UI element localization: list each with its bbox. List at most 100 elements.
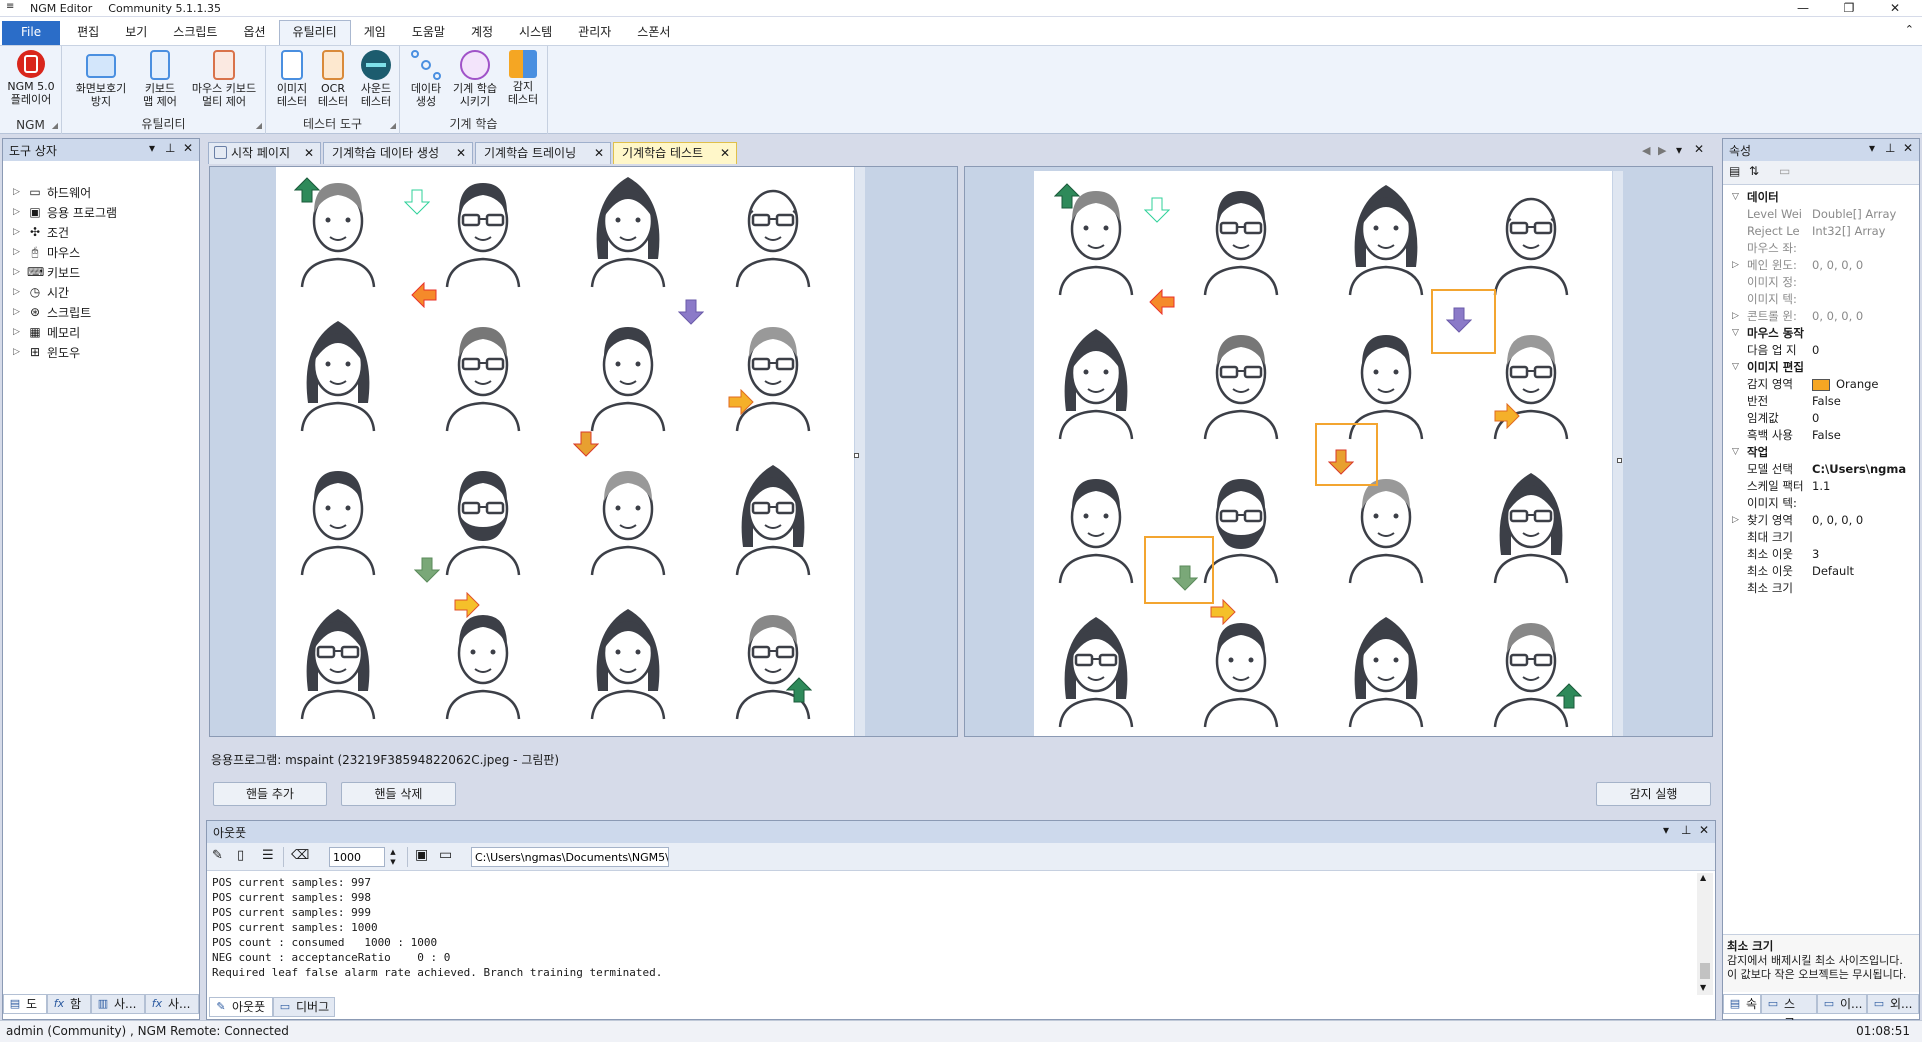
detect-tester-button[interactable]: 감지 테스터 — [502, 50, 544, 106]
collapse-icon[interactable]: ▽ — [1732, 444, 1739, 461]
resize-handle[interactable] — [1617, 458, 1622, 463]
property-row[interactable]: 최소 이웃 3 — [1723, 546, 1919, 563]
close-button[interactable]: ✕ — [1872, 0, 1918, 16]
tree-item-condition[interactable]: ▷ ✣ 조건 — [13, 223, 69, 241]
functions-tab[interactable]: fx 함 — [47, 994, 91, 1014]
property-value[interactable]: C:\Users\ngma — [1812, 461, 1917, 478]
log-path-input[interactable] — [471, 847, 669, 867]
remove-handle-button[interactable]: 핸들 삭제 — [341, 782, 456, 806]
keyboard-map-button[interactable]: 키보드 맵 제어 — [136, 50, 184, 108]
tab-list-icon[interactable]: ▾ — [1676, 143, 1682, 157]
property-value[interactable]: 0, 0, 0, 0 — [1812, 512, 1917, 529]
property-grid[interactable]: ▽ 데이터 Level Wei Double[] Array Reject Le Int3… — [1723, 189, 1919, 789]
tree-item-script[interactable]: ▷ ⊛ 스크립트 — [13, 303, 91, 321]
menu-options[interactable]: 옵션 — [230, 21, 278, 45]
menu-file[interactable]: File — [2, 21, 61, 45]
minimize-button[interactable]: — — [1780, 0, 1826, 16]
tab-script[interactable]: ▭스크... — [1761, 994, 1817, 1030]
ribbon-collapse-button[interactable]: ⌃ — [1905, 23, 1914, 36]
tab-ml-training[interactable]: 기계학습 트레이닝 ✕ — [475, 142, 611, 164]
expand-icon[interactable]: ▷ — [13, 267, 27, 277]
menu-account[interactable]: 계정 — [458, 21, 506, 45]
property-value[interactable]: 0, 0, 0, 0 — [1812, 308, 1917, 325]
tab-output[interactable]: ✎ 아웃풋 — [209, 997, 273, 1017]
expand-icon[interactable]: ▷ — [1732, 308, 1739, 325]
max-lines-stepper[interactable]: ▲ ▼ — [387, 847, 399, 867]
tree-item-application[interactable]: ▷ ▣ 응용 프로그램 — [13, 203, 117, 221]
ngm-player-button[interactable]: NGM 5.0 플레이어 — [2, 50, 60, 106]
menu-sponsor[interactable]: 스폰서 — [624, 21, 683, 45]
property-value[interactable]: 0 — [1812, 342, 1917, 359]
tree-item-window[interactable]: ▷ ⊞ 윈도우 — [13, 343, 80, 361]
property-category[interactable]: ▽ 작업 — [1723, 444, 1919, 461]
expand-icon[interactable]: ▷ — [1732, 257, 1739, 274]
data-generate-button[interactable]: 데이타 생성 — [404, 50, 448, 108]
property-value[interactable]: 1.1 — [1812, 478, 1917, 495]
tab-properties[interactable]: ▤ 속 — [1723, 994, 1761, 1014]
expand-icon[interactable]: ▷ — [13, 287, 27, 297]
tree-item-time[interactable]: ▷ ◷ 시간 — [13, 283, 69, 301]
properties-pin-icon[interactable]: ⊥ — [1885, 141, 1895, 155]
user-tab[interactable]: ▥ 사... — [91, 994, 145, 1014]
tab-close-icon[interactable]: ✕ — [720, 143, 730, 163]
source-image-panel[interactable] — [209, 166, 958, 737]
property-row[interactable]: 스케일 팩터 1.1 — [1723, 478, 1919, 495]
menu-game[interactable]: 게임 — [351, 21, 399, 45]
group-launcher-icon[interactable]: ◢ — [390, 121, 396, 130]
tab-scroll-right-icon[interactable]: ▶ — [1658, 144, 1666, 157]
property-value[interactable]: False — [1812, 393, 1917, 410]
expand-icon[interactable]: ▷ — [13, 347, 27, 357]
user-func-tab[interactable]: fx 사... — [145, 994, 199, 1014]
property-value[interactable]: Int32[] Array — [1812, 223, 1917, 240]
menu-help[interactable]: 도움말 — [399, 21, 458, 45]
property-value[interactable]: Orange — [1812, 376, 1917, 393]
tab-ml-data[interactable]: 기계학습 데이타 생성 ✕ — [323, 142, 473, 164]
save-icon[interactable]: ▣ — [415, 847, 428, 863]
property-category[interactable]: ▽ 데이터 — [1723, 189, 1919, 206]
property-row[interactable]: Reject Le Int32[] Array — [1723, 223, 1919, 240]
menu-system[interactable]: 시스템 — [506, 21, 565, 45]
tab-close-icon[interactable]: ✕ — [594, 143, 604, 163]
eraser-icon[interactable]: ⌫ — [291, 848, 309, 863]
sound-tester-button[interactable]: 사운드 테스터 — [354, 50, 398, 108]
expand-icon[interactable]: ▷ — [13, 187, 27, 197]
property-row[interactable]: 이미지 텍: — [1723, 495, 1919, 512]
property-row[interactable]: 다음 업 지 0 — [1723, 342, 1919, 359]
tree-item-mouse[interactable]: ▷ 🖰 마우스 — [13, 243, 80, 261]
scroll-up-icon[interactable]: ▲ — [1700, 873, 1706, 882]
max-lines-input[interactable] — [329, 847, 385, 867]
menu-view[interactable]: 보기 — [112, 21, 160, 45]
expand-icon[interactable]: ▷ — [1732, 512, 1739, 529]
property-row[interactable]: ▷ 찾기 영역 0, 0, 0, 0 — [1723, 512, 1919, 529]
output-dropdown-icon[interactable]: ▾ — [1663, 823, 1669, 837]
property-row[interactable]: 최소 이웃 Default — [1723, 563, 1919, 580]
sort-az-icon[interactable]: ⇅ — [1749, 164, 1759, 178]
resize-handle[interactable] — [854, 453, 859, 458]
toolbox-tab[interactable]: ▤ 도 — [3, 994, 47, 1014]
tree-item-keyboard[interactable]: ▷ ⌨ 키보드 — [13, 263, 80, 281]
property-row[interactable]: 임계값 0 — [1723, 410, 1919, 427]
tree-item-memory[interactable]: ▷ ▦ 메모리 — [13, 323, 80, 341]
tree-item-hardware[interactable]: ▷ ▭ 하드웨어 — [13, 183, 91, 201]
add-handle-button[interactable]: 핸들 추가 — [213, 782, 327, 806]
restore-button[interactable]: ❐ — [1826, 0, 1872, 16]
scroll-down-icon[interactable]: ▼ — [1700, 983, 1706, 992]
menu-script[interactable]: 스크립트 — [160, 21, 230, 45]
properties-close-icon[interactable]: ✕ — [1903, 141, 1913, 155]
multi-control-button[interactable]: 마우스 키보드 멀티 제어 — [184, 50, 264, 108]
run-detection-button[interactable]: 감지 실행 — [1596, 782, 1711, 806]
output-close-icon[interactable]: ✕ — [1699, 823, 1709, 837]
property-value[interactable]: 3 — [1812, 546, 1917, 563]
group-launcher-icon[interactable]: ◢ — [256, 121, 262, 130]
ocr-tester-button[interactable]: OCR 테스터 — [312, 50, 354, 108]
tab-start-page[interactable]: 시작 페이지 ✕ — [208, 142, 321, 164]
expand-icon[interactable]: ▷ — [13, 227, 27, 237]
property-value[interactable]: 0, 0, 0, 0 — [1812, 257, 1917, 274]
output-pin-icon[interactable]: ⊥ — [1681, 823, 1691, 837]
property-value[interactable]: 0 — [1812, 410, 1917, 427]
ml-train-button[interactable]: 기계 학습 시키기 — [448, 50, 502, 108]
document-close-icon[interactable]: ✕ — [1694, 142, 1704, 156]
expand-icon[interactable]: ▷ — [13, 307, 27, 317]
tab-scroll-left-icon[interactable]: ◀ — [1642, 144, 1650, 157]
property-row[interactable]: Level Wei Double[] Array — [1723, 206, 1919, 223]
